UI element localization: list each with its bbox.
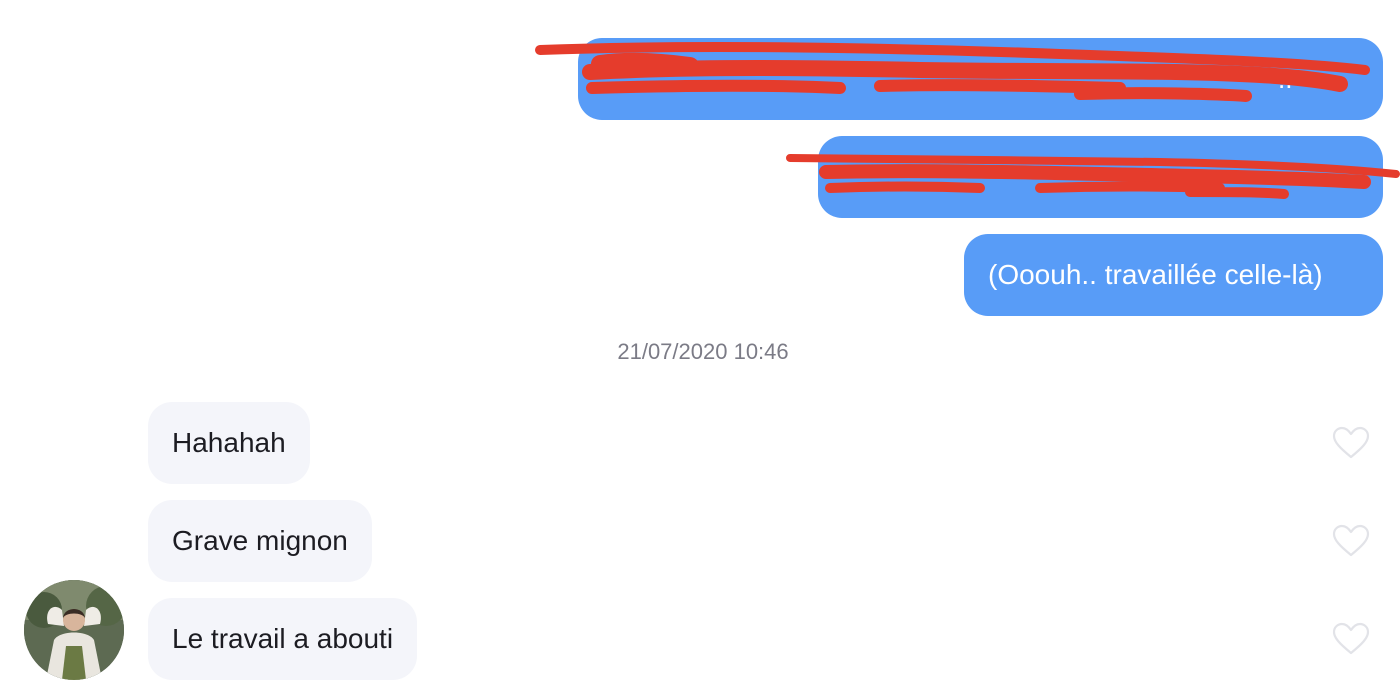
sent-message-bubble[interactable]: (Ooouh.. travaillée celle-là) [964,234,1383,316]
received-message-bubble[interactable]: Hahahah [148,402,310,484]
redacted-text-fragment: .. [1278,64,1293,94]
heart-outline-icon[interactable] [1332,622,1370,656]
received-message-text: Le travail a abouti [172,623,394,654]
sent-message-bubble[interactable] [818,136,1383,218]
received-message-bubble[interactable]: Le travail a abouti [148,598,418,680]
message-timestamp: 21/07/2020 10:46 [617,339,789,364]
heart-outline-icon[interactable] [1332,426,1370,460]
contact-avatar[interactable] [24,580,124,680]
heart-outline-icon[interactable] [1332,524,1370,558]
received-message-bubble[interactable]: Grave mignon [148,500,372,582]
chat-thread: .. (Ooouh.. travaillée celle-là) 21/07/2… [0,0,1400,690]
received-message-text: Hahahah [172,427,286,458]
received-message-text: Grave mignon [172,525,348,556]
sent-message-bubble[interactable]: .. [578,38,1383,120]
sent-message-text: (Ooouh.. travaillée celle-là) [988,259,1323,290]
avatar-photo [24,580,124,680]
